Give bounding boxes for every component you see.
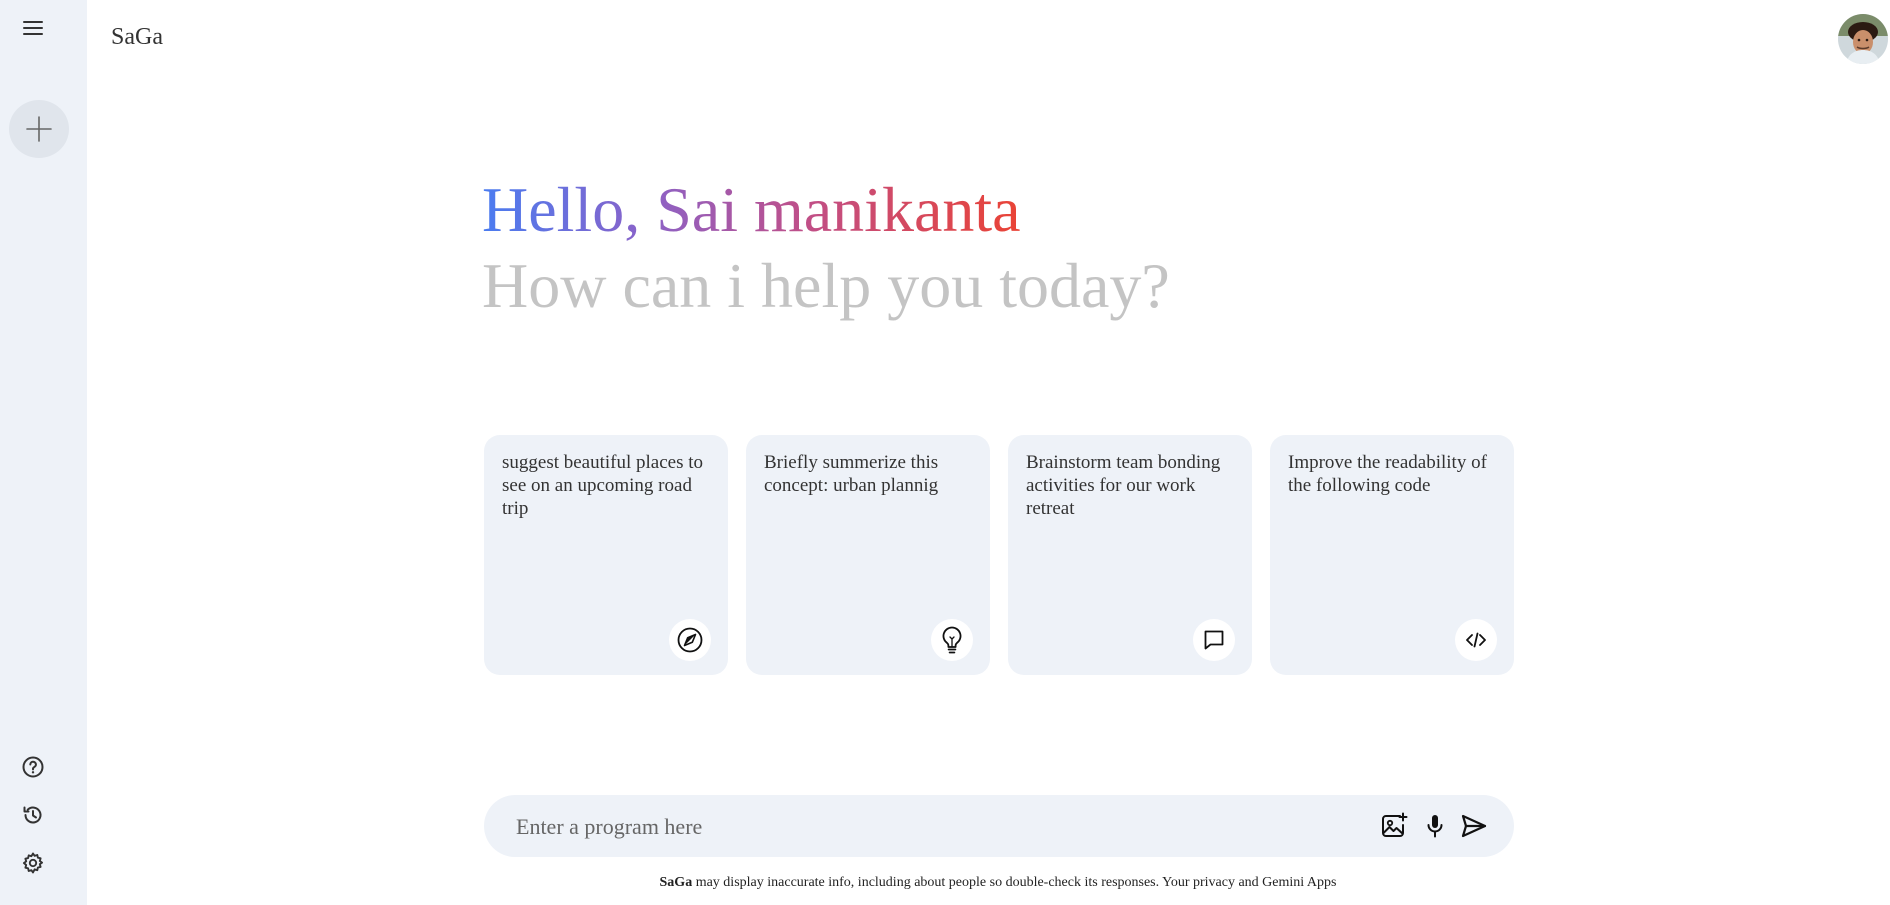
menu-button[interactable] xyxy=(15,12,51,44)
footer-disclaimer-text: may display inaccurate info, including a… xyxy=(692,875,1337,890)
code-icon xyxy=(1466,632,1486,648)
greeting-hello: Hello, Sai manikanta xyxy=(482,172,1021,248)
send-icon xyxy=(1461,814,1487,838)
help-button[interactable] xyxy=(17,751,49,783)
suggestion-card-icon xyxy=(1193,619,1235,661)
suggestion-card-team-bonding[interactable]: Brainstorm team bonding activities for o… xyxy=(1008,435,1252,675)
suggestion-card-urban-planning[interactable]: Briefly summerize this concept: urban pl… xyxy=(746,435,990,675)
app-brand: SaGa xyxy=(111,24,163,50)
greeting: Hello, Sai manikanta How can i help you … xyxy=(482,172,1170,324)
user-avatar-image xyxy=(1838,14,1888,64)
suggestion-card-code-readability[interactable]: Improve the readability of the following… xyxy=(1270,435,1514,675)
suggestion-card-text: Briefly summerize this concept: urban pl… xyxy=(764,452,939,496)
greeting-subtitle: How can i help you today? xyxy=(482,250,1170,321)
suggestion-card-text: Brainstorm team bonding activities for o… xyxy=(1026,452,1221,519)
lightbulb-icon xyxy=(942,626,962,654)
new-chat-button[interactable] xyxy=(9,100,69,158)
chat-icon xyxy=(1204,630,1224,650)
microphone-button[interactable] xyxy=(1417,808,1453,844)
menu-icon xyxy=(23,21,43,35)
prompt-input[interactable] xyxy=(514,795,1338,859)
suggestion-card-icon xyxy=(669,619,711,661)
prompt-bar xyxy=(484,795,1514,859)
plus-icon xyxy=(26,116,52,142)
avatar[interactable] xyxy=(1838,14,1888,64)
footer-brand: SaGa xyxy=(659,875,693,890)
settings-icon xyxy=(22,852,44,874)
help-icon xyxy=(22,756,44,778)
suggestion-card-road-trip[interactable]: suggest beautiful places to see on an up… xyxy=(484,435,728,675)
app-root: SaGa Hello, Sai manikanta How can i help… xyxy=(0,0,1890,905)
microphone-icon xyxy=(1427,815,1443,838)
sidebar xyxy=(0,0,87,905)
history-icon xyxy=(23,806,42,824)
add-image-button[interactable] xyxy=(1376,808,1412,844)
disclaimer-footer: SaGa may display inaccurate info, includ… xyxy=(0,875,1890,891)
suggestion-card-icon xyxy=(931,619,973,661)
suggestion-card-text: Improve the readability of the following… xyxy=(1288,452,1487,496)
add-image-icon xyxy=(1382,812,1408,837)
send-button[interactable] xyxy=(1456,808,1492,844)
compass-icon xyxy=(677,627,703,653)
suggestion-cards: suggest beautiful places to see on an up… xyxy=(484,435,1514,675)
suggestion-card-icon xyxy=(1455,619,1497,661)
history-button[interactable] xyxy=(17,799,49,831)
suggestion-card-text: suggest beautiful places to see on an up… xyxy=(502,452,704,519)
